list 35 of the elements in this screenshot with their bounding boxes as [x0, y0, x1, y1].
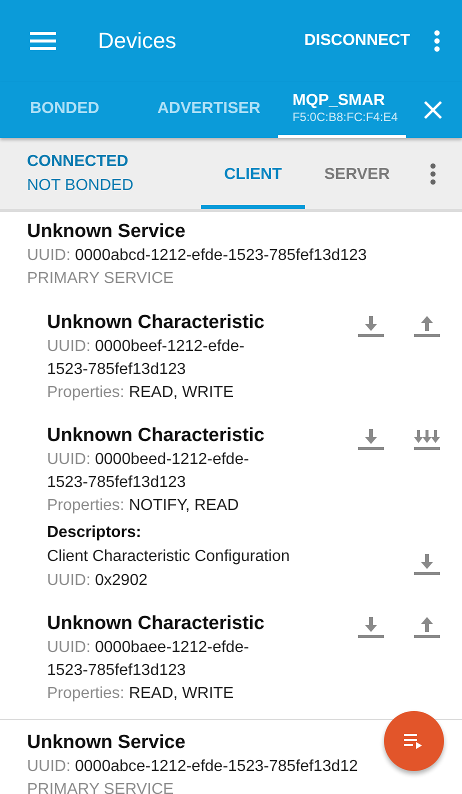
- characteristic-uuid: UUID: 0000baee-1212-efde-1523-785fef13d123: [47, 638, 250, 681]
- download-icon[interactable]: [358, 616, 384, 638]
- upload-icon[interactable]: [414, 315, 440, 337]
- bond-status: NOT BONDED: [27, 176, 134, 196]
- download-icon[interactable]: [414, 553, 440, 575]
- characteristic-uuid: UUID: 0000beef-1212-efde-1523-785fef13d123: [47, 337, 246, 380]
- descriptors-heading: Descriptors:: [47, 523, 142, 543]
- list-play-icon: [404, 733, 424, 749]
- characteristic-uuid: UUID: 0000beed-1212-efde-1523-785fef13d123: [47, 450, 250, 493]
- service-name[interactable]: Unknown Service: [27, 219, 186, 244]
- characteristic-name[interactable]: Unknown Characteristic: [47, 311, 264, 335]
- service-type: PRIMARY SERVICE: [27, 269, 174, 289]
- download-icon[interactable]: [358, 315, 384, 337]
- more-options-icon[interactable]: [430, 162, 436, 184]
- upload-icon[interactable]: [414, 616, 440, 638]
- more-options-icon[interactable]: [434, 30, 440, 52]
- log-fab[interactable]: [384, 711, 444, 771]
- characteristic-properties: Properties: NOTIFY, READ: [47, 496, 239, 516]
- service-uuid: UUID: 0000abce-1212-efde-1523-785fef13d12: [27, 757, 358, 777]
- service-type: PRIMARY SERVICE: [27, 780, 174, 794]
- characteristic-properties: Properties: READ, WRITE: [47, 383, 234, 403]
- close-icon[interactable]: [424, 101, 442, 119]
- characteristic-name[interactable]: Unknown Characteristic: [47, 612, 264, 636]
- service-name[interactable]: Unknown Service: [27, 730, 186, 755]
- characteristic-properties: Properties: READ, WRITE: [47, 684, 234, 704]
- descriptor-uuid: UUID: 0x2902: [47, 571, 148, 591]
- service-uuid: UUID: 0000abcd-1212-efde-1523-785fef13d123: [27, 246, 367, 266]
- descriptor-name[interactable]: Client Characteristic Configuration: [47, 545, 290, 569]
- view-tab[interactable]: SERVER: [305, 138, 409, 209]
- multiple-download-icon[interactable]: [414, 428, 440, 450]
- menu-icon[interactable]: [30, 32, 56, 50]
- app-title: Devices: [98, 28, 178, 54]
- download-icon[interactable]: [358, 428, 384, 450]
- connection-status: CONNECTED: [27, 152, 130, 172]
- characteristic-name[interactable]: Unknown Characteristic: [47, 424, 264, 448]
